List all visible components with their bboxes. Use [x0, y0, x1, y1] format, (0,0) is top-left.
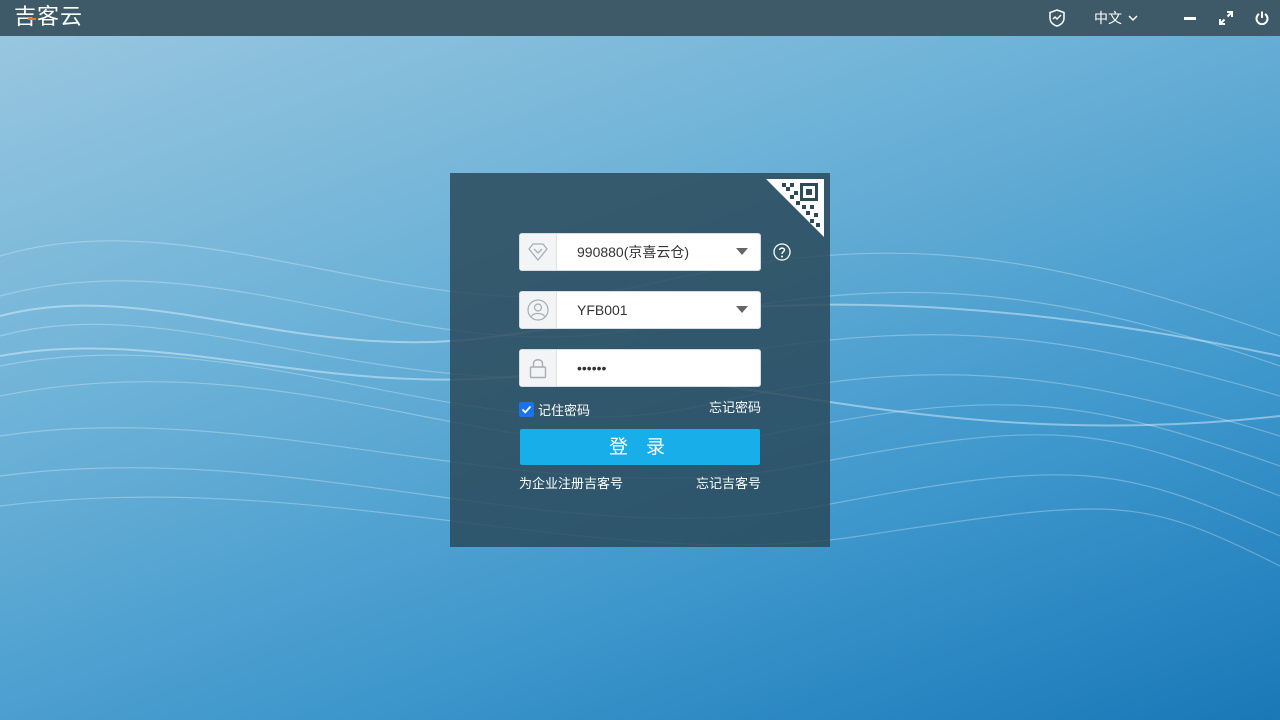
diamond-icon — [520, 234, 557, 270]
checkmark-icon — [521, 405, 532, 414]
remember-password[interactable]: 记住密码 — [519, 400, 591, 419]
language-label: 中文 — [1094, 11, 1122, 27]
forgot-account-link[interactable]: 忘记吉客号 — [696, 476, 761, 494]
organization-value: 990880(京喜云仓) — [577, 244, 690, 260]
help-icon[interactable] — [773, 243, 791, 261]
username-value: YFB001 — [577, 302, 628, 318]
app-logo-text: 吉客云 — [14, 5, 84, 30]
minimize-icon[interactable] — [1180, 0, 1200, 36]
maximize-icon[interactable] — [1216, 0, 1236, 36]
qr-code-icon[interactable] — [766, 179, 824, 237]
power-icon[interactable] — [1252, 0, 1272, 36]
language-selector[interactable]: 中文 — [1086, 0, 1146, 36]
logo-accent-mark — [28, 18, 36, 20]
organization-select[interactable]: 990880(京喜云仓) — [519, 233, 761, 271]
login-panel: 990880(京喜云仓) YFB001 •••••• 记住密码 忘记密码 登 录… — [450, 173, 830, 547]
caret-down-icon[interactable] — [736, 306, 748, 313]
user-icon — [520, 292, 557, 328]
lock-icon — [520, 350, 557, 386]
forgot-password-link[interactable]: 忘记密码 — [709, 400, 761, 418]
caret-down-icon[interactable] — [736, 248, 748, 255]
chevron-down-icon — [1128, 15, 1138, 22]
login-button[interactable]: 登 录 — [520, 429, 760, 465]
title-bar: 吉客云 中文 — [0, 0, 1280, 36]
username-select[interactable]: YFB001 — [519, 291, 761, 329]
remember-checkbox[interactable] — [519, 401, 534, 417]
register-enterprise-link[interactable]: 为企业注册吉客号 — [519, 476, 623, 494]
shield-icon[interactable] — [1046, 0, 1068, 36]
app-logo: 吉客云 — [14, 4, 83, 32]
remember-label: 记住密码 — [538, 403, 591, 419]
password-field[interactable]: •••••• — [519, 349, 761, 387]
password-value: •••••• — [577, 360, 607, 376]
